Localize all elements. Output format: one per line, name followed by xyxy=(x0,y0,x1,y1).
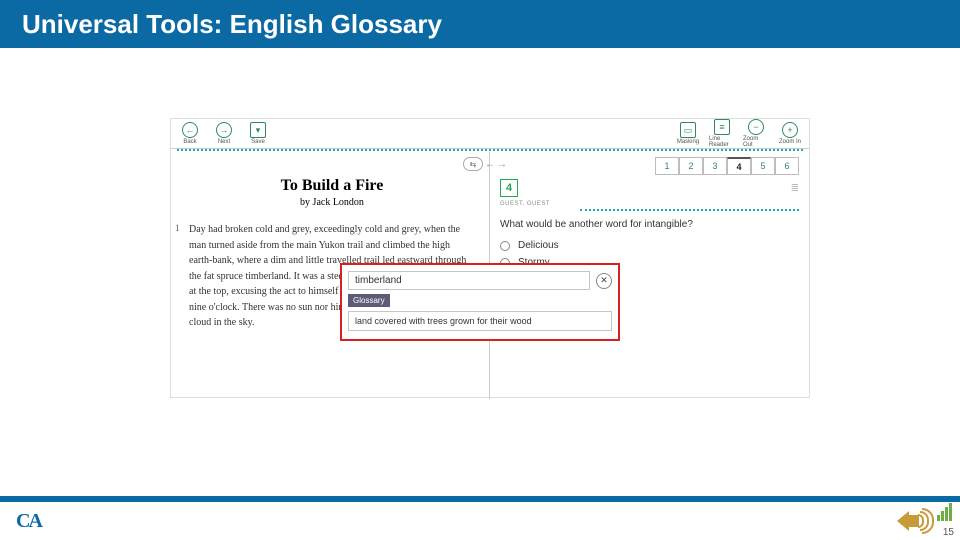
tab-6[interactable]: 6 xyxy=(775,157,799,175)
glossary-definition: land covered with trees grown for their … xyxy=(348,311,612,331)
expand-left-button[interactable]: ⇆ xyxy=(463,157,483,171)
slide-footer: CA 15 xyxy=(0,496,960,540)
next-button[interactable]: → Next xyxy=(211,122,237,145)
glossary-word: timberland xyxy=(348,271,590,290)
save-icon: ▾ xyxy=(250,122,266,138)
glossary-popup: timberland ✕ Glossary land covered with … xyxy=(340,263,620,341)
masking-button[interactable]: ▭ Masking xyxy=(675,122,701,145)
audio-speaker-icon[interactable] xyxy=(898,503,944,539)
glossary-label: Glossary xyxy=(348,294,390,307)
slide-title: Universal Tools: English Glossary xyxy=(22,9,442,40)
question-divider xyxy=(580,209,799,211)
choice-a[interactable]: Delicious xyxy=(500,240,799,251)
arrow-left-icon: ← xyxy=(182,122,198,138)
tab-4[interactable]: 4 xyxy=(727,157,751,175)
masking-icon: ▭ xyxy=(680,122,696,138)
passage-title: To Build a Fire xyxy=(189,177,475,195)
question-menu-icon[interactable]: ≣ xyxy=(791,183,799,194)
app-screenshot: ← Back → Next ▾ Save ▭ Masking ≡ Line Re… xyxy=(170,118,810,398)
zoom-out-button[interactable]: − Zoom Out xyxy=(743,119,769,148)
zoom-in-icon: + xyxy=(782,122,798,138)
tab-1[interactable]: 1 xyxy=(655,157,679,175)
tab-3[interactable]: 3 xyxy=(703,157,727,175)
line-reader-button[interactable]: ≡ Line Reader xyxy=(709,119,735,148)
passage-byline: by Jack London xyxy=(189,197,475,208)
question-number: 4 xyxy=(500,179,518,197)
slide-page-number: 15 xyxy=(943,527,954,538)
question-prompt: What would be another word for intangibl… xyxy=(500,219,799,230)
glossary-close-button[interactable]: ✕ xyxy=(596,273,612,289)
choice-a-label: Delicious xyxy=(518,240,559,251)
question-tabs: 1 2 3 4 5 6 xyxy=(500,157,799,175)
line-reader-icon: ≡ xyxy=(714,119,730,135)
zoom-in-button[interactable]: + Zoom In xyxy=(777,122,803,145)
app-toolbar: ← Back → Next ▾ Save ▭ Masking ≡ Line Re… xyxy=(171,119,809,149)
back-button[interactable]: ← Back xyxy=(177,122,203,145)
tab-2[interactable]: 2 xyxy=(679,157,703,175)
radio-icon xyxy=(500,241,510,251)
ca-logo: CA xyxy=(16,510,41,533)
question-meta: GUEST, GUEST xyxy=(500,201,799,207)
paragraph-number: 1 xyxy=(175,222,180,236)
arrow-right-icon: → xyxy=(216,122,232,138)
tab-5[interactable]: 5 xyxy=(751,157,775,175)
slide-title-bar: Universal Tools: English Glossary xyxy=(0,0,960,48)
save-button[interactable]: ▾ Save xyxy=(245,122,271,145)
zoom-out-icon: − xyxy=(748,119,764,135)
